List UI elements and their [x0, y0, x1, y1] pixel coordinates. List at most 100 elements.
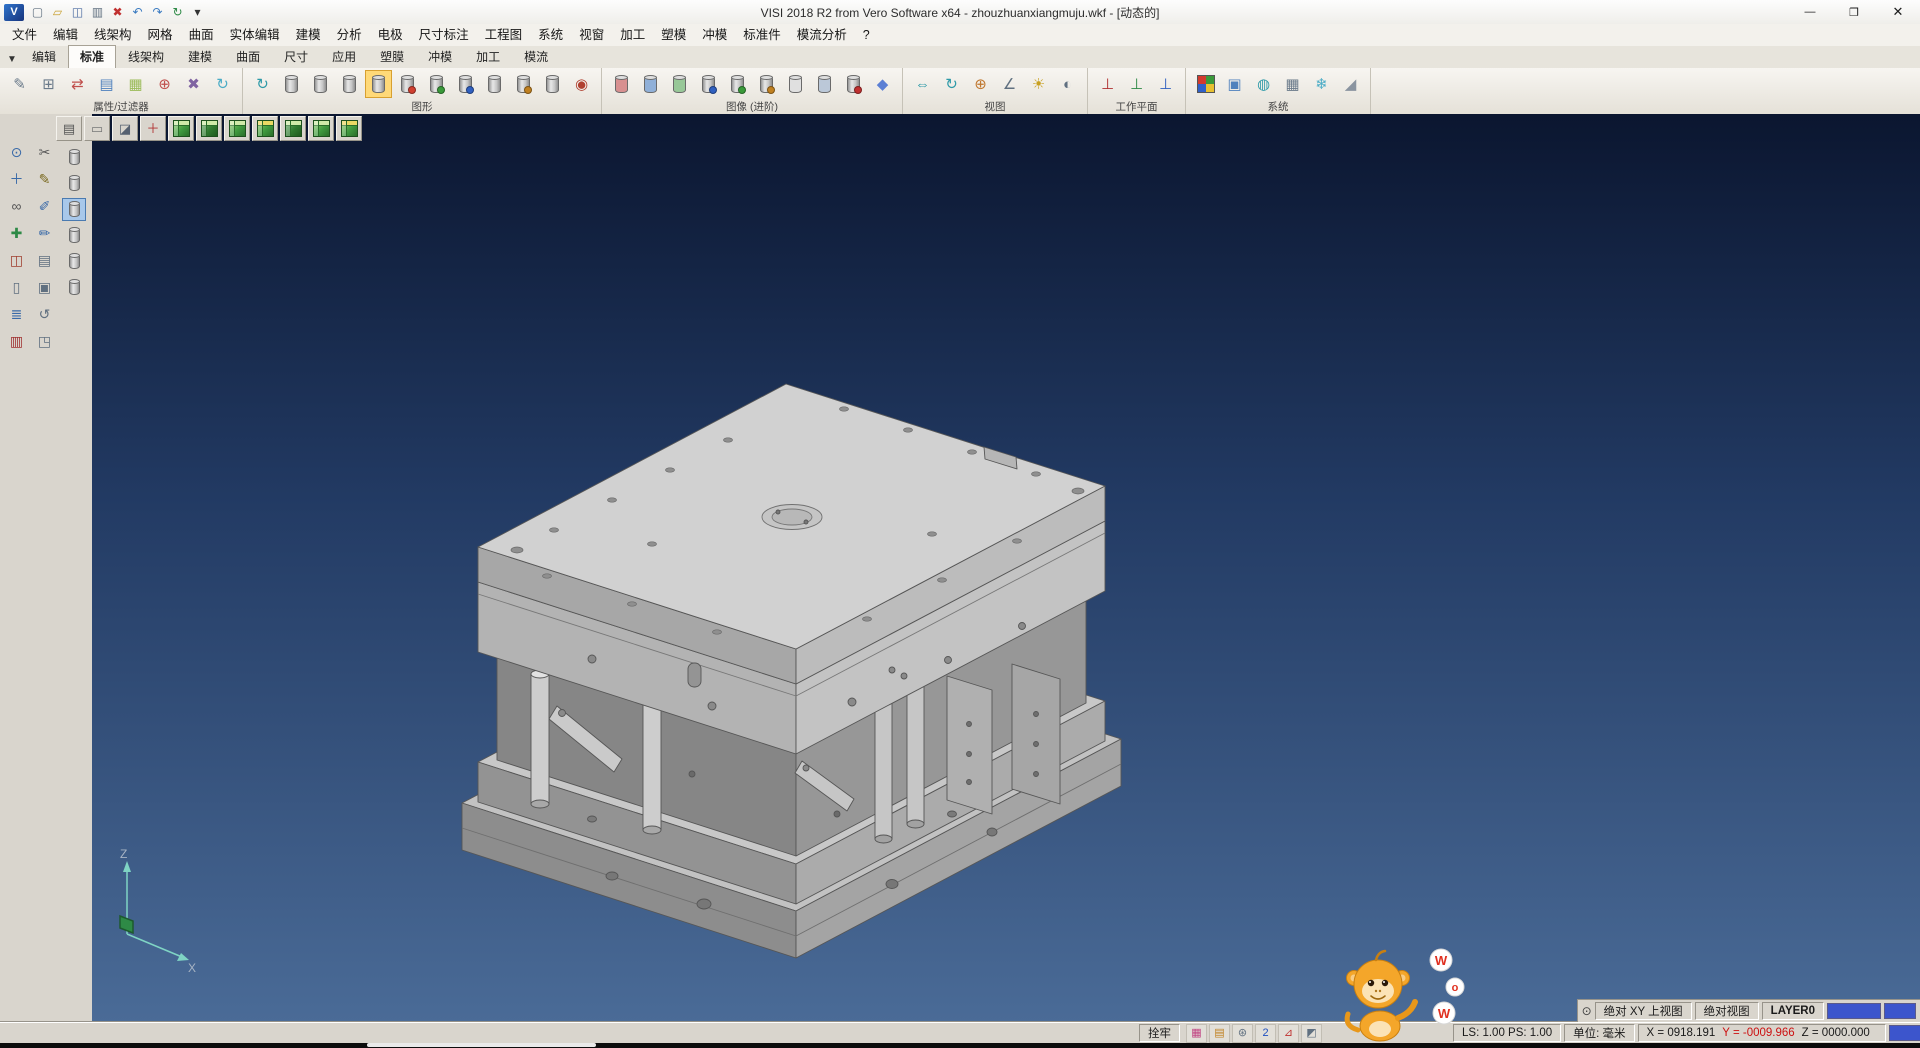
palette-mini-button[interactable]: ▤ [1209, 1024, 1230, 1043]
close-button[interactable]: ✕ [1876, 0, 1920, 24]
customize-dropdown-button[interactable]: ▾ [188, 3, 207, 22]
body-filter-4-button[interactable] [62, 224, 86, 247]
cylinder-pair-button[interactable] [481, 70, 508, 98]
new-file-button[interactable]: ▢ [28, 3, 47, 22]
cylinder-box-button[interactable] [510, 70, 537, 98]
filter-elements-button[interactable]: ⇄ [64, 70, 91, 98]
tab-modeling[interactable]: 建模 [176, 45, 224, 69]
menu-wireframe[interactable]: 线架构 [86, 25, 140, 46]
barrel-red-button[interactable] [608, 70, 635, 98]
view-left-button[interactable] [280, 116, 306, 141]
body-filter-2-button[interactable] [62, 172, 86, 195]
selection-mask-button[interactable]: ▦ [122, 70, 149, 98]
viewport-canvas[interactable]: Z X [92, 114, 1920, 1022]
mold-model[interactable] [462, 384, 1121, 958]
notes-button[interactable]: ▤ [32, 248, 57, 272]
redraw-button[interactable]: ↻ [249, 70, 276, 98]
refresh-attributes-button[interactable]: ↻ [209, 70, 236, 98]
gem-blue-button[interactable]: ◆ [869, 70, 896, 98]
undo-button[interactable]: ↶ [128, 3, 147, 22]
axes-view-button[interactable]: ＋ [140, 116, 166, 141]
cylinder-shaded-button[interactable] [307, 70, 334, 98]
erase-elements-button[interactable]: ✖ [180, 70, 207, 98]
save-file-button[interactable]: ◫ [68, 3, 87, 22]
menu-electrode[interactable]: 电极 [370, 25, 411, 46]
cylinder-dynamic-button[interactable] [365, 70, 392, 98]
tab-dimension[interactable]: 尺寸 [272, 45, 320, 69]
menu-dimensioning[interactable]: 尺寸标注 [411, 25, 477, 46]
solid-tool-button[interactable]: ◫ [4, 248, 29, 272]
tab-overflow-button[interactable]: ▼ [4, 54, 20, 68]
viewport-3d[interactable]: Z X ⊙ 绝对 XY 上视图 绝对视图 LAYER0 [92, 114, 1920, 1022]
render-wheel-button[interactable]: ◉ [568, 70, 595, 98]
menu-flow-analysis[interactable]: 模流分析 [789, 25, 855, 46]
barrel-tag-button[interactable] [753, 70, 780, 98]
cube-mini-button[interactable]: ◩ [1301, 1024, 1322, 1043]
menu-solid-edit[interactable]: 实体编辑 [222, 25, 288, 46]
tab-flow[interactable]: 模流 [512, 45, 560, 69]
filter-layers-button[interactable]: ▤ [93, 70, 120, 98]
menu-machining[interactable]: 加工 [612, 25, 653, 46]
cylinder-subtract-button[interactable] [452, 70, 479, 98]
preferences-button[interactable]: ⊛ [1232, 1024, 1253, 1043]
layer-stack-button[interactable]: ≣ [4, 302, 29, 326]
absolute-view-indicator[interactable]: 绝对视图 [1695, 1002, 1759, 1020]
bookmark-button[interactable]: ▥ [4, 329, 29, 353]
tab-edit[interactable]: 编辑 [20, 45, 68, 69]
filter-mini-button[interactable]: ⊿ [1278, 1024, 1299, 1043]
save-state-button[interactable]: ◳ [32, 329, 57, 353]
tab-machining[interactable]: 加工 [464, 45, 512, 69]
data-table-button[interactable]: ▦ [1279, 70, 1306, 98]
menu-modeling[interactable]: 建模 [288, 25, 329, 46]
view-pan-button[interactable]: ⇔ [909, 70, 936, 98]
menu-mesh[interactable]: 网格 [140, 25, 181, 46]
barrel-delete-button[interactable] [840, 70, 867, 98]
view-iso-sw-button[interactable] [196, 116, 222, 141]
barrel-pair-button[interactable] [811, 70, 838, 98]
magnifier-icon[interactable]: ⊙ [1582, 1005, 1592, 1017]
cylinder-stack-button[interactable] [539, 70, 566, 98]
body-filter-6-button[interactable] [62, 276, 86, 299]
view-shade-button[interactable]: ◐ [1054, 70, 1081, 98]
barrel-zoom-button[interactable] [695, 70, 722, 98]
menu-window[interactable]: 视窗 [571, 25, 612, 46]
view-dynamic-button[interactable] [336, 116, 362, 141]
chain-select-button[interactable]: ∞ [4, 194, 29, 218]
trim-element-button[interactable]: ✂ [32, 140, 57, 164]
body-filter-1-button[interactable] [62, 146, 86, 169]
tab-stamping[interactable]: 冲模 [416, 45, 464, 69]
current-color-swatch[interactable] [1889, 1025, 1920, 1041]
redo-button[interactable]: ↷ [148, 3, 167, 22]
delete-button[interactable]: ✖ [108, 3, 127, 22]
snowflake-button[interactable]: ❄ [1308, 70, 1335, 98]
body-filter-3-button[interactable] [62, 198, 86, 221]
units-indicator[interactable]: 单位: 毫米 [1564, 1024, 1634, 1042]
view-iso-se-button[interactable] [168, 116, 194, 141]
menu-molding[interactable]: 塑模 [653, 25, 694, 46]
snap-point-button[interactable]: ＋ [4, 167, 29, 191]
cylinder-hidden-line-button[interactable] [336, 70, 363, 98]
barrel-blue-button[interactable] [637, 70, 664, 98]
shaded-view-button[interactable]: ◪ [112, 116, 138, 141]
menu-file[interactable]: 文件 [4, 25, 45, 46]
menu-analysis[interactable]: 分析 [329, 25, 370, 46]
view-mode-indicator[interactable]: 绝对 XY 上视图 [1595, 1002, 1692, 1020]
axes-marker-button[interactable]: ✚ [4, 221, 29, 245]
active-color-a-swatch[interactable] [1827, 1003, 1881, 1019]
menu-drafting[interactable]: 工程图 [477, 25, 531, 46]
cylinder-wireframe-button[interactable] [278, 70, 305, 98]
modify-attributes-button[interactable]: ✎ [6, 70, 33, 98]
minimize-button[interactable]: — [1788, 0, 1832, 24]
cplane-edit-button[interactable]: ⊥ [1152, 70, 1179, 98]
snap-toggle[interactable]: 拴牢 [1139, 1024, 1180, 1042]
tab-application[interactable]: 应用 [320, 45, 368, 69]
barrel-green-button[interactable] [666, 70, 693, 98]
modify-element-button[interactable]: ✏ [32, 221, 57, 245]
barrel-half-button[interactable] [782, 70, 809, 98]
menu-surface[interactable]: 曲面 [181, 25, 222, 46]
color-table-button[interactable] [1192, 70, 1219, 98]
print-button[interactable]: ▥ [88, 3, 107, 22]
cylinder-section-button[interactable] [394, 70, 421, 98]
element-list-button[interactable]: ▤ [56, 116, 82, 141]
box-tool-button[interactable]: ▣ [32, 275, 57, 299]
